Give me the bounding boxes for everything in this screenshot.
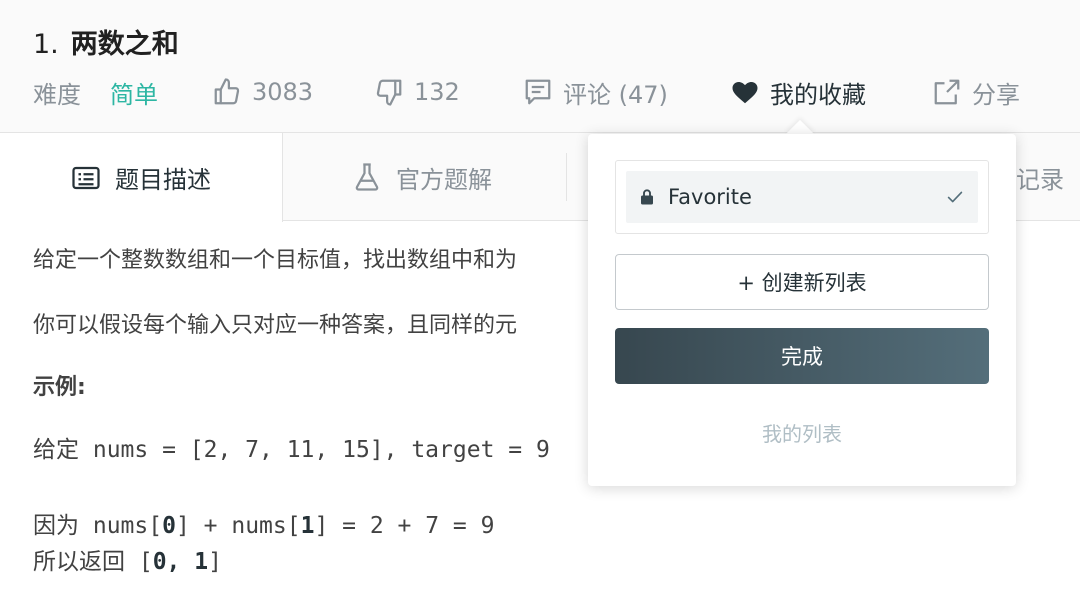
- example-explanation-line: 因为 nums[0] + nums[1] = 2 + 7 = 9: [33, 506, 494, 540]
- favorite-label: 我的收藏: [770, 80, 866, 109]
- tab-record-label: 记录: [1016, 165, 1064, 194]
- code-because-e: ] = 2 + 7 = 9: [314, 513, 495, 539]
- description-icon: [72, 166, 100, 189]
- heart-icon: [732, 82, 758, 104]
- example-heading: 示例:: [33, 375, 86, 400]
- problem-header: 1. 两数之和 难度 简单 3083 132 评论 (47) 我的收藏 分享: [0, 0, 1080, 133]
- tab-record[interactable]: 记录: [1016, 133, 1064, 221]
- code-because-word: 因为: [33, 513, 79, 539]
- tab-solution[interactable]: 官方题解: [352, 133, 492, 221]
- thumbs-up-icon: [214, 78, 240, 105]
- favorite-list-item[interactable]: Favorite: [626, 171, 978, 223]
- flask-icon: [355, 163, 379, 191]
- favorites-popover: Favorite + 创建新列表 完成 我的列表: [588, 134, 1016, 486]
- description-paragraph-1: 给定一个整数数组和一个目标值，找出数组中和为: [33, 248, 518, 273]
- tab-solution-label: 官方题解: [396, 165, 492, 194]
- code-because-c: ] + nums[: [175, 513, 301, 539]
- share-button[interactable]: 分享: [932, 76, 1020, 109]
- difficulty-value: 简单: [110, 80, 158, 109]
- code-because-d: 1: [300, 513, 315, 539]
- dislike-count: 132: [414, 78, 460, 106]
- code-given-word: 给定: [33, 437, 79, 463]
- comments-link[interactable]: 评论 (47): [523, 76, 668, 109]
- code-because-b: 0: [162, 513, 176, 539]
- my-lists-link[interactable]: 我的列表: [588, 418, 1016, 447]
- share-icon: [934, 79, 960, 105]
- thumbs-down-icon: [376, 79, 402, 106]
- example-input-line: 给定 nums = [2, 7, 11, 15], target = 9: [33, 430, 550, 464]
- difficulty-label: 难度: [33, 80, 81, 109]
- problem-name: 两数之和: [70, 29, 179, 60]
- favorite-lists-box: Favorite: [615, 160, 989, 234]
- description-paragraph-2: 你可以假设每个输入只对应一种答案，且同样的元: [33, 313, 518, 338]
- tab-description-label: 题目描述: [115, 166, 211, 194]
- comments-label: 评论 (47): [563, 80, 668, 109]
- problem-number: 1.: [33, 29, 59, 60]
- favorite-button[interactable]: 我的收藏: [730, 76, 866, 109]
- like-count: 3083: [252, 78, 314, 106]
- example-output-line: 所以返回 [0, 1]: [33, 542, 222, 576]
- checkmark-icon: [947, 191, 963, 203]
- code-because-a: nums[: [79, 513, 163, 539]
- code-given-text: nums = [2, 7, 11, 15], target = 9: [79, 437, 550, 463]
- code-return-word: 所以返回: [33, 549, 125, 575]
- tab-divider: [566, 153, 567, 201]
- lock-icon: [641, 189, 653, 205]
- favorite-list-name: Favorite: [668, 185, 752, 209]
- done-button[interactable]: 完成: [615, 328, 989, 384]
- share-label: 分享: [972, 80, 1020, 109]
- code-return-a: [: [125, 549, 153, 575]
- comment-icon: [525, 79, 551, 105]
- code-return-b: 0, 1: [152, 549, 209, 575]
- create-list-button[interactable]: + 创建新列表: [615, 254, 989, 310]
- tab-description[interactable]: 题目描述: [0, 133, 283, 222]
- like-button[interactable]: 3083: [212, 76, 313, 108]
- dislike-button[interactable]: 132: [374, 76, 460, 108]
- problem-title: 1. 两数之和: [33, 22, 179, 61]
- code-return-c: ]: [208, 549, 222, 575]
